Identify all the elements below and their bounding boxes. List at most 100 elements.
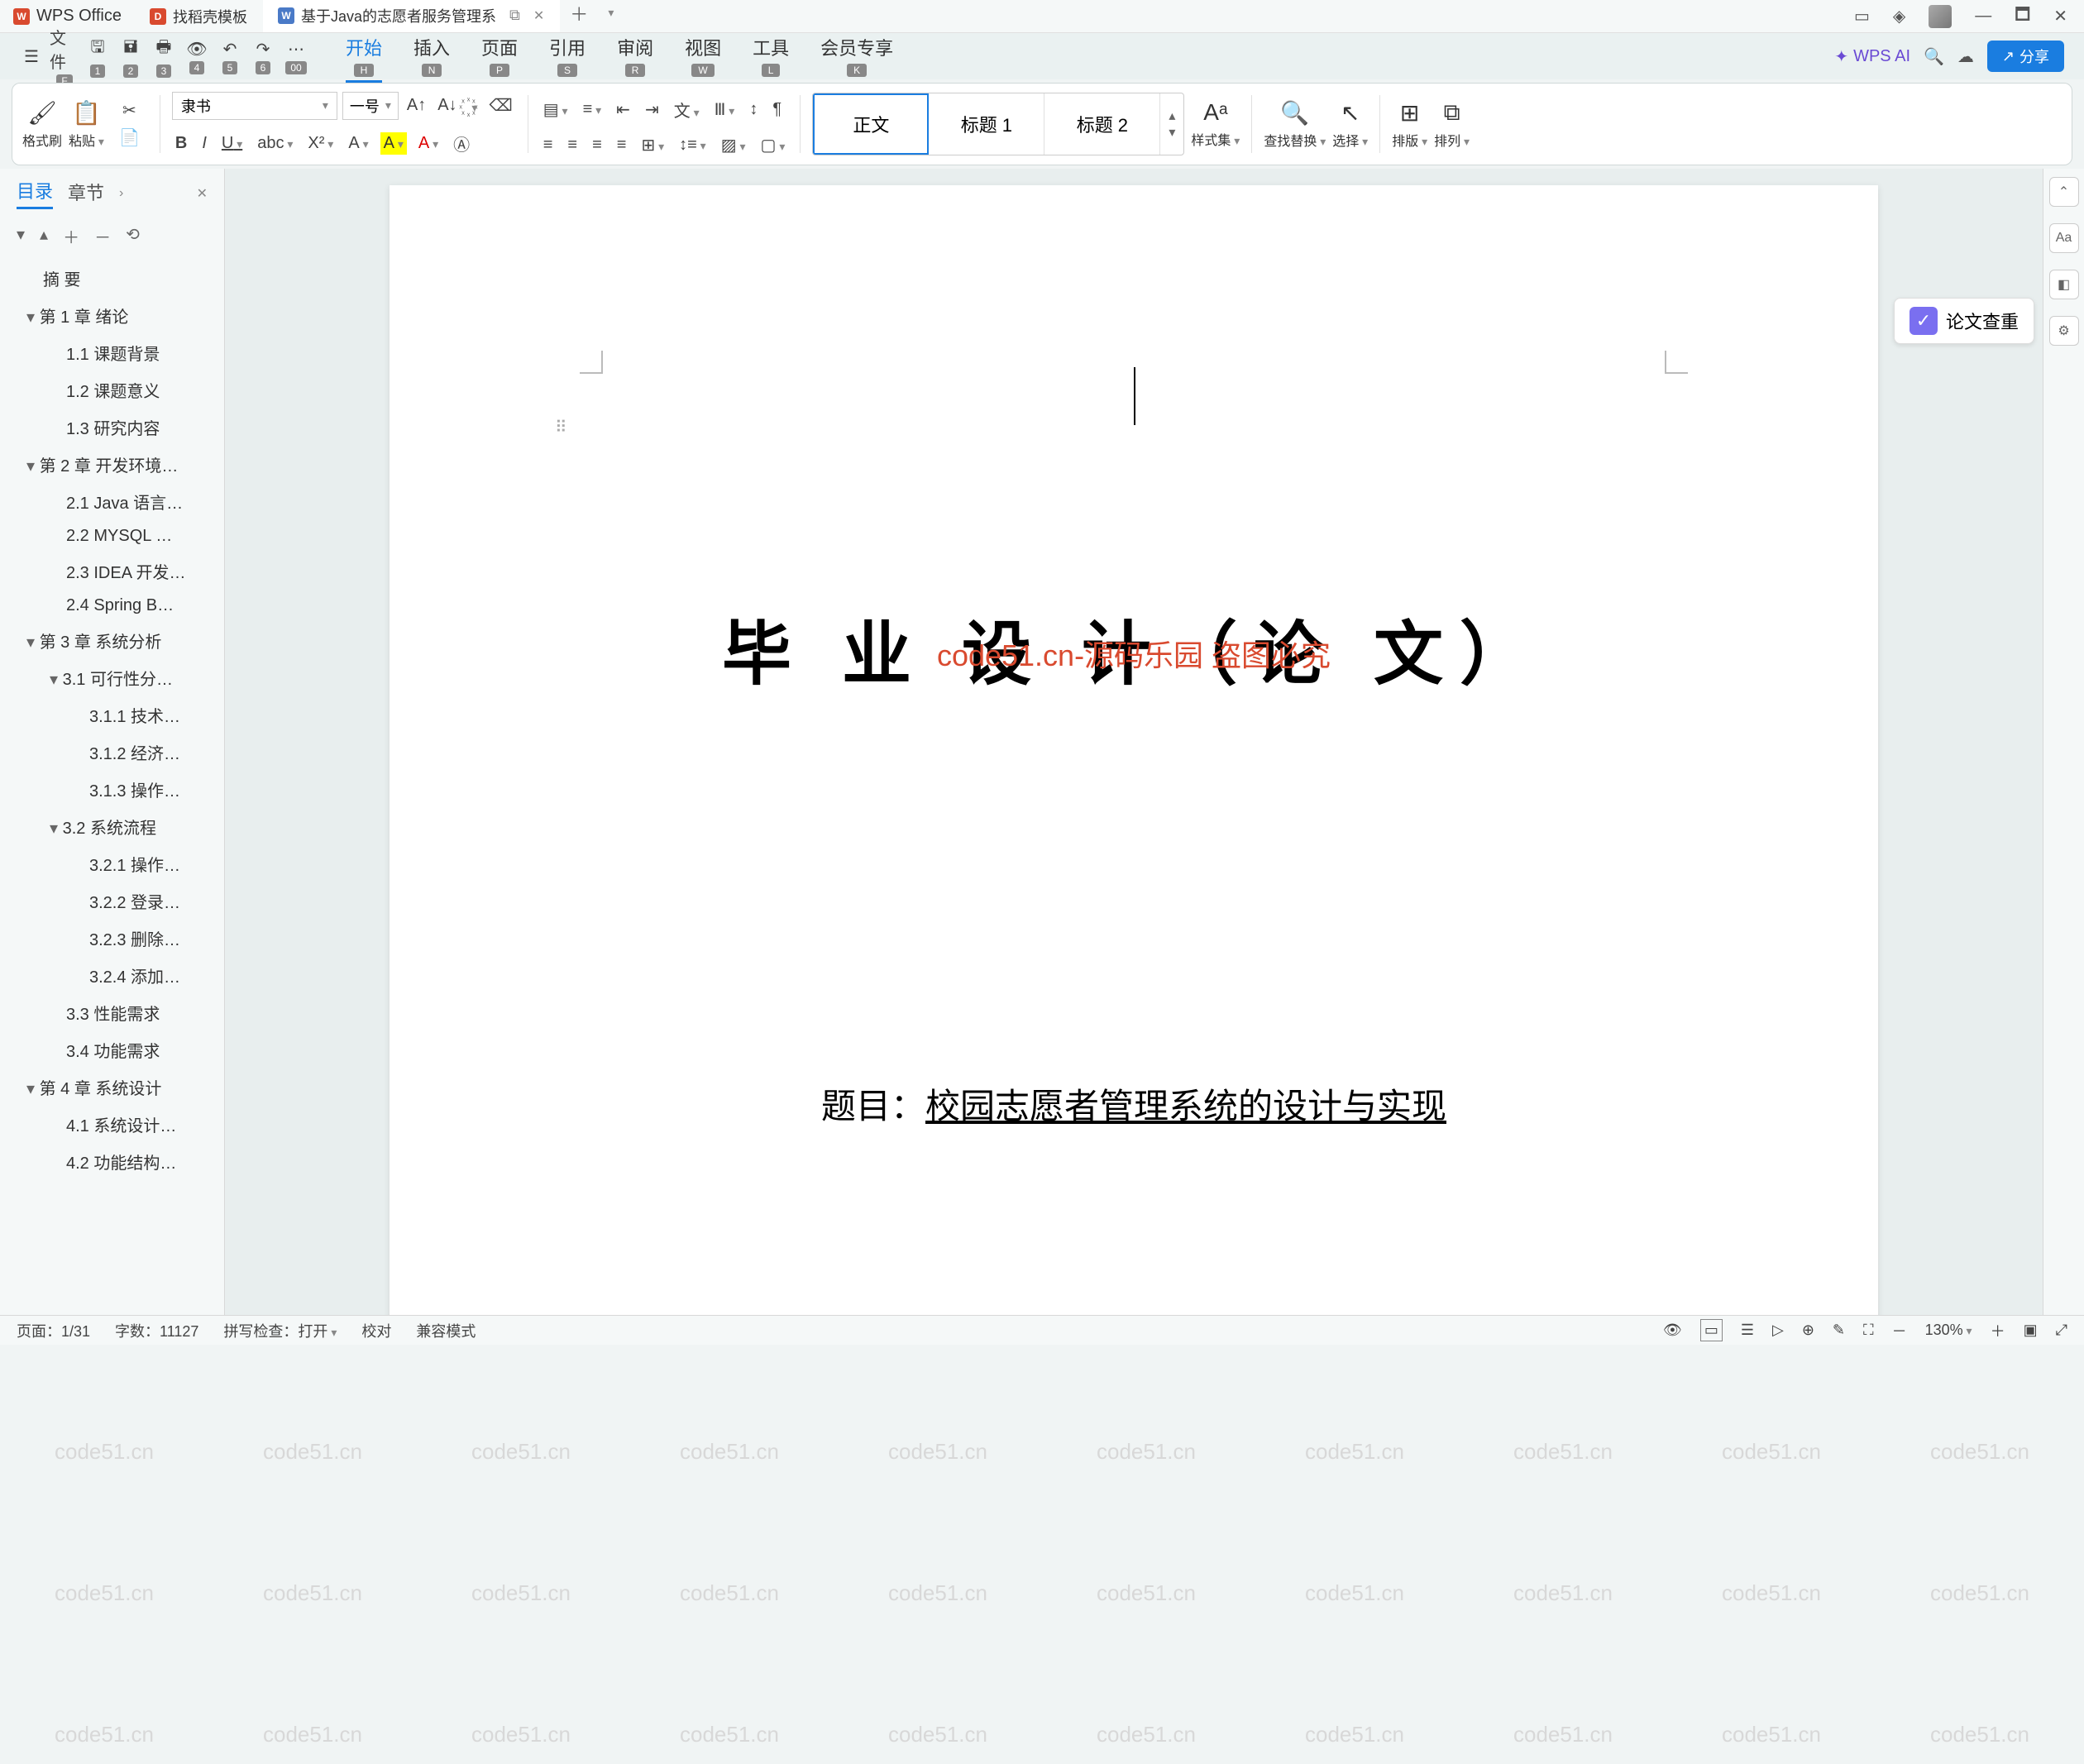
qat-undo-icon[interactable]: ↶5 <box>215 41 245 71</box>
menu-tab-K[interactable]: 会员专享K <box>820 31 893 83</box>
clear-format-icon[interactable]: ⌫ <box>485 93 515 117</box>
snap-to-grid-icon[interactable]: Ⅲ <box>711 98 738 122</box>
zoom-in-button[interactable]: ＋ <box>1991 1320 2005 1341</box>
new-tab-button[interactable]: ＋ <box>560 0 598 32</box>
superscript-button[interactable]: X² <box>304 132 337 155</box>
collapse-down-icon[interactable]: ▾ <box>17 224 25 248</box>
tab-menu-button[interactable] <box>598 0 624 32</box>
underline-button[interactable]: U <box>218 132 246 155</box>
menu-tab-W[interactable]: 视图W <box>685 31 721 83</box>
outline-item[interactable]: 2.3 IDEA 开发… <box>0 552 224 590</box>
outline-item[interactable]: 3.1.1 技术… <box>0 696 224 734</box>
qat-redo-icon[interactable]: ↷6 <box>248 41 278 71</box>
search-icon[interactable]: 🔍 <box>1924 46 1944 67</box>
outline-item[interactable]: 第 3 章 系统分析 <box>0 622 224 659</box>
styleset-button[interactable]: Aᵃ 样式集 <box>1191 99 1240 149</box>
outline-item[interactable]: 第 2 章 开发环境… <box>0 446 224 483</box>
menu-tab-P[interactable]: 页面P <box>481 31 518 83</box>
user-avatar[interactable] <box>1929 5 1952 28</box>
add-icon[interactable]: ＋ <box>63 224 79 248</box>
strikethrough-button[interactable]: abc <box>254 132 296 155</box>
layout-button[interactable]: ⊞ 排版 <box>1392 99 1427 150</box>
window-popout-icon[interactable]: ⧉ <box>509 7 520 24</box>
qat-preview-icon[interactable]: 👁4 <box>182 41 212 71</box>
outline-item[interactable]: 4.2 功能结构… <box>0 1143 224 1180</box>
outline-item[interactable]: 1.3 研究内容 <box>0 409 224 446</box>
maximize-button[interactable]: 🗖 <box>2015 2 2030 31</box>
read-view-icon[interactable]: ▷ <box>1772 1322 1784 1339</box>
decrease-font-icon[interactable]: A↓ <box>434 94 460 117</box>
refresh-icon[interactable]: ⟲ <box>126 224 140 248</box>
align-center-icon[interactable]: ≡ <box>564 134 581 156</box>
font-name-select[interactable]: 隶书 <box>172 92 337 120</box>
outline-item[interactable]: 第 1 章 绪论 <box>0 297 224 334</box>
bullet-list-icon[interactable]: ▤ <box>540 98 571 122</box>
outline-item[interactable]: 3.3 性能需求 <box>0 994 224 1031</box>
style-body[interactable]: 正文 <box>813 93 929 155</box>
sort-icon[interactable]: ↕ <box>746 98 761 121</box>
collapse-up-icon[interactable]: ▴ <box>40 224 48 248</box>
outline-item[interactable]: 2.2 MYSQL … <box>0 520 224 552</box>
cloud-icon[interactable]: ☁ <box>1957 46 1974 67</box>
zoom-out-button[interactable]: － <box>1892 1320 1907 1341</box>
drag-handle-icon[interactable]: ⠿ <box>555 417 567 437</box>
outline-item[interactable]: 4.1 系统设计… <box>0 1106 224 1143</box>
italic-button[interactable]: I <box>198 132 210 155</box>
status-page[interactable]: 页面：1/31 <box>17 1320 90 1341</box>
chevron-right-icon[interactable]: › <box>119 186 123 201</box>
style-heading1[interactable]: 标题 1 <box>929 93 1044 155</box>
format-painter-button[interactable]: 🖌 格式刷 <box>22 99 62 150</box>
qat-print-icon[interactable]: 🖶3 <box>149 41 179 71</box>
outline-item[interactable]: 3.2.3 删除… <box>0 920 224 957</box>
qat-save-icon[interactable]: 🖫1 <box>83 41 112 71</box>
menu-tab-S[interactable]: 引用S <box>549 31 586 83</box>
outline-item[interactable]: 3.1.2 经济… <box>0 734 224 771</box>
rail-style-icon[interactable]: Aa <box>2049 223 2079 253</box>
style-heading2[interactable]: 标题 2 <box>1044 93 1160 155</box>
tab-templates[interactable]: D 找稻壳模板 <box>135 0 263 32</box>
cube-icon[interactable]: ◈ <box>1893 6 1905 26</box>
font-color-button[interactable]: A <box>415 132 442 155</box>
bold-button[interactable]: B <box>172 132 190 155</box>
tab-close-icon[interactable]: ✕ <box>533 7 544 24</box>
menu-tab-R[interactable]: 审阅R <box>617 31 653 83</box>
char-border-button[interactable]: Ⓐ <box>450 130 473 157</box>
fit-page-icon[interactable]: ▣ <box>2024 1322 2038 1339</box>
fullscreen-icon[interactable]: ⤢ <box>2056 1322 2067 1339</box>
arrange-button[interactable]: ⧉ 排列 <box>1434 99 1470 150</box>
align-right-icon[interactable]: ≡ <box>589 134 605 156</box>
copy-icon[interactable]: 📄 <box>116 126 143 150</box>
outline-item[interactable]: 2.1 Java 语言… <box>0 483 224 520</box>
style-gallery-nav[interactable]: ▴▾ <box>1160 93 1183 155</box>
qat-saveas-icon[interactable]: 🖬2 <box>116 41 146 71</box>
file-menu[interactable]: 文件 F <box>50 41 79 71</box>
outline-item[interactable]: 第 4 章 系统设计 <box>0 1068 224 1106</box>
minimize-button[interactable]: — <box>1975 7 1991 26</box>
outline-item[interactable]: 3.2.1 操作… <box>0 845 224 882</box>
fit-width-icon[interactable]: ⛶ <box>1863 1322 1874 1339</box>
text-direction-icon[interactable]: 文 <box>671 96 703 123</box>
outline-item[interactable]: 1.2 课题意义 <box>0 371 224 409</box>
outline-item[interactable]: 3.2.4 添加… <box>0 957 224 994</box>
outline-view-icon[interactable]: ☰ <box>1741 1322 1754 1339</box>
paste-button[interactable]: 📋 粘贴 <box>69 99 104 150</box>
paper-check-button[interactable]: ✓ 论文查重 <box>1894 298 2034 344</box>
outline-item[interactable]: 3.4 功能需求 <box>0 1031 224 1068</box>
outline-item[interactable]: 3.2.2 登录… <box>0 882 224 920</box>
eye-icon[interactable]: 👁 <box>1663 1322 1682 1339</box>
status-spellcheck[interactable]: 拼写检查：打开 <box>223 1320 337 1341</box>
wps-ai-button[interactable]: ✦ WPS AI <box>1834 46 1910 67</box>
outline-item[interactable]: 3.1.3 操作… <box>0 771 224 808</box>
change-case-icon[interactable]: ꙰ <box>466 93 481 118</box>
outline-item[interactable]: 3.2 系统流程 <box>0 808 224 845</box>
close-pane-icon[interactable]: ✕ <box>197 185 208 202</box>
page-view-icon[interactable]: ▭ <box>1700 1319 1723 1341</box>
align-left-icon[interactable]: ≡ <box>540 134 557 156</box>
menu-tab-H[interactable]: 开始H <box>346 31 382 83</box>
increase-font-icon[interactable]: A↑ <box>404 94 429 117</box>
rail-object-icon[interactable]: ◧ <box>2049 270 2079 299</box>
align-justify-icon[interactable]: ≡ <box>614 134 630 156</box>
highlight-button[interactable]: A <box>380 132 407 155</box>
qat-more-icon[interactable]: ⋯00 <box>281 41 311 71</box>
shading-icon[interactable]: ▨ <box>718 133 749 157</box>
